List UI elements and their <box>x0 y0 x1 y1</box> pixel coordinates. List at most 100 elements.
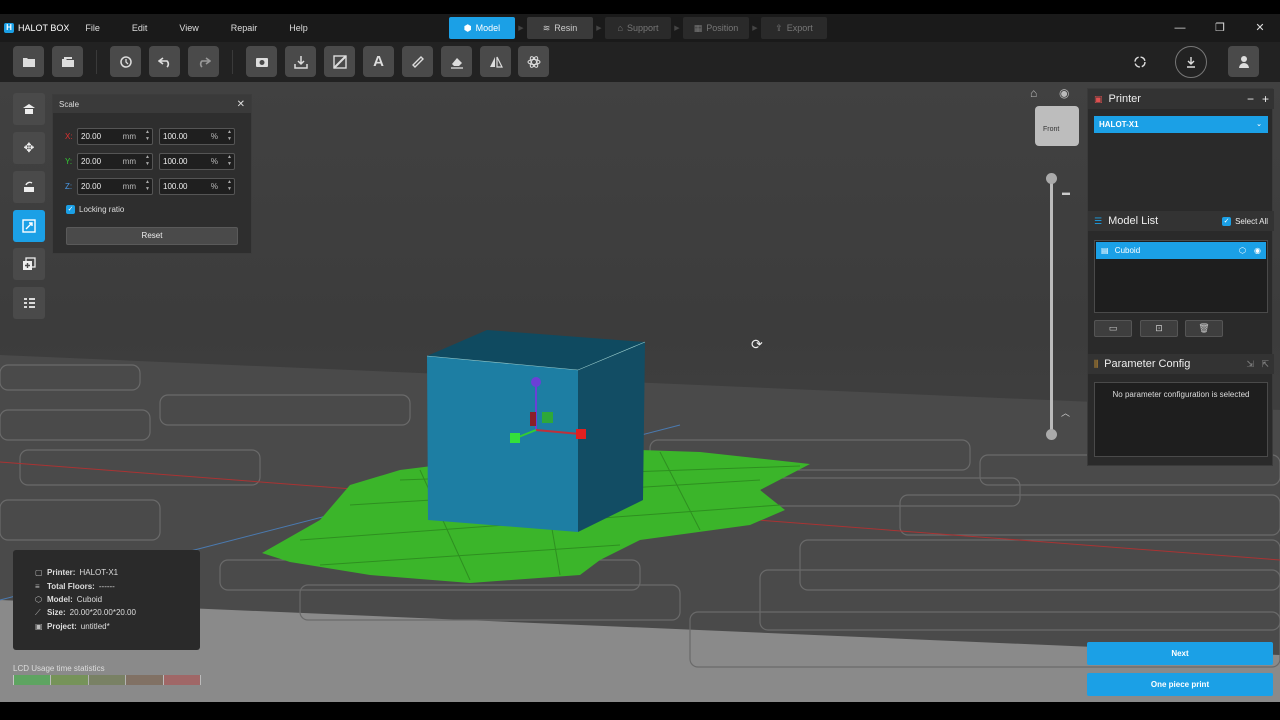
export-config-icon[interactable]: ⇱ <box>1261 359 1269 370</box>
model-list-item[interactable]: ▤ Cuboid ⬡ ◉ <box>1096 242 1266 259</box>
checkmark-icon[interactable]: ✓ <box>1222 216 1232 226</box>
auto-layout-icon[interactable] <box>13 93 45 125</box>
checkmark-icon[interactable]: ✓ <box>66 205 75 214</box>
step-position[interactable]: ▦ Position <box>683 17 749 39</box>
open-folder-icon[interactable] <box>13 46 44 77</box>
hollow-icon[interactable] <box>324 46 355 77</box>
add-printer-icon[interactable]: + <box>1262 92 1269 106</box>
minimize-button[interactable]: — <box>1160 14 1200 42</box>
scale-x-mm-input[interactable]: 20.00 mm ▲ ▼ <box>77 128 153 145</box>
spinner-arrows-icon[interactable]: ▲ ▼ <box>145 154 150 168</box>
info-size-label: Size: <box>47 608 66 618</box>
layer-slider-bottom-handle[interactable] <box>1046 429 1057 440</box>
next-button[interactable]: Next <box>1087 642 1273 665</box>
import-config-icon[interactable]: ⇲ <box>1246 359 1254 370</box>
spinner-arrows-icon[interactable]: ▲ ▼ <box>145 129 150 143</box>
cube-front[interactable] <box>427 356 578 532</box>
redo-icon[interactable] <box>188 46 219 77</box>
close-button[interactable]: ✕ <box>1240 14 1280 42</box>
import-icon[interactable] <box>285 46 316 77</box>
info-printer: ▢ Printer: HALOT-X1 <box>35 566 200 579</box>
rotate-icon[interactable] <box>13 171 45 203</box>
step-export[interactable]: ⇪ Export <box>761 17 827 39</box>
open-folder-button[interactable]: ▭ <box>1094 320 1132 337</box>
scale-x-percent-input[interactable]: 100.00% ▲ ▼ <box>159 128 235 145</box>
atom-icon[interactable] <box>518 46 549 77</box>
menu-help[interactable]: Help <box>289 23 308 33</box>
close-icon[interactable]: ✕ <box>237 99 245 110</box>
export-model-button[interactable]: ⊡ <box>1140 320 1178 337</box>
view-cube[interactable]: Front <box>1035 106 1079 146</box>
history-icon[interactable] <box>110 46 141 77</box>
spinner-arrows-icon[interactable]: ▲ ▼ <box>227 154 232 168</box>
reset-button[interactable]: Reset <box>66 227 238 245</box>
window-controls: — ❐ ✕ <box>1160 14 1280 42</box>
eraser-icon[interactable] <box>441 46 472 77</box>
chevron-down-icon[interactable]: ⌄ <box>1256 116 1262 133</box>
view-cube-label: Front <box>1043 126 1060 133</box>
info-printer-label: Printer: <box>47 568 76 578</box>
info-model: ⬡ Model: Cuboid <box>35 593 200 606</box>
select-all-checkbox[interactable]: ✓ Select All <box>1222 216 1268 226</box>
scale-y-percent-value: 100.00 <box>163 157 188 166</box>
layer-slider-up-icon[interactable]: ▬ <box>1062 188 1070 197</box>
layers-icon: ≡ <box>35 581 40 591</box>
move-icon[interactable]: ✥ <box>13 132 45 164</box>
info-project: ▣ Project: untitled* <box>35 620 200 633</box>
layer-slider-down-icon[interactable]: ︿ <box>1061 406 1070 419</box>
info-model-value: Cuboid <box>76 594 103 604</box>
delete-model-button[interactable]: 🗑 <box>1185 320 1223 337</box>
model-name: Cuboid <box>1114 246 1141 255</box>
menu-file[interactable]: File <box>85 23 100 33</box>
eye-icon[interactable]: ◉ <box>1254 242 1261 259</box>
list-view-icon[interactable] <box>13 287 45 319</box>
menu-edit[interactable]: Edit <box>132 23 148 33</box>
scale-y-percent-input[interactable]: 100.00% ▲ ▼ <box>159 153 235 170</box>
download-icon[interactable] <box>1175 46 1207 78</box>
axis-y-label: Y: <box>65 157 73 166</box>
step-support-label: Support <box>626 23 659 33</box>
toolbar-divider <box>96 50 97 74</box>
one-piece-print-button[interactable]: One piece print <box>1087 673 1273 696</box>
menu-view[interactable]: View <box>179 23 198 33</box>
title-bar: H HALOT BOX File Edit View Repair Help ⬢… <box>0 14 1280 42</box>
spinner-arrows-icon[interactable]: ▲ ▼ <box>145 179 150 193</box>
cube-side[interactable] <box>578 342 645 532</box>
layer-slider-track[interactable] <box>1050 178 1053 436</box>
scale-z-percent-input[interactable]: 100.00% ▲ ▼ <box>159 178 235 195</box>
scale-z-mm-input[interactable]: 20.00 mm ▲ ▼ <box>77 178 153 195</box>
lcd-usage-label: LCD Usage time statistics <box>13 664 105 673</box>
restore-button[interactable]: ❐ <box>1200 14 1240 42</box>
cube-icon[interactable]: ⬡ <box>1239 242 1246 259</box>
printer-select[interactable]: HALOT-X1 ⌄ <box>1094 116 1268 133</box>
printer-icon: ▢ <box>35 568 43 578</box>
scale-y-mm-input[interactable]: 20.00 mm ▲ ▼ <box>77 153 153 170</box>
export-icon: ⇪ <box>775 22 783 33</box>
visibility-eye-icon[interactable]: ◉ <box>1059 86 1069 100</box>
duplicate-icon[interactable] <box>13 248 45 280</box>
home-view-icon[interactable]: ⌂ <box>1030 86 1037 100</box>
camera-icon[interactable] <box>246 46 277 77</box>
step-model[interactable]: ⬢ Model <box>449 17 515 39</box>
remove-printer-icon[interactable]: − <box>1247 92 1254 106</box>
text-tool-icon[interactable]: A <box>363 46 394 77</box>
step-support[interactable]: ⌂ Support <box>605 17 671 39</box>
undo-icon[interactable] <box>149 46 180 77</box>
open-file-icon[interactable] <box>52 46 83 77</box>
user-icon[interactable] <box>1228 46 1259 77</box>
lcd-segment <box>162 675 202 685</box>
menu-repair[interactable]: Repair <box>231 23 258 33</box>
scale-x-mm-value: 20.00 <box>81 132 102 141</box>
step-resin[interactable]: ≋ Resin <box>527 17 593 39</box>
locking-ratio-checkbox[interactable]: ✓ Locking ratio <box>66 205 124 214</box>
printer-panel-header: ▣ Printer − + <box>1088 89 1274 109</box>
ruler-icon[interactable] <box>402 46 433 77</box>
spinner-arrows-icon[interactable]: ▲ ▼ <box>227 129 232 143</box>
mirror-icon[interactable] <box>480 46 511 77</box>
step-position-label: Position <box>706 23 739 33</box>
layer-slider-top-handle[interactable] <box>1046 173 1057 184</box>
spinner-arrows-icon[interactable]: ▲ ▼ <box>227 179 232 193</box>
scale-icon[interactable] <box>13 210 45 242</box>
cube-icon: ⬡ <box>35 594 42 604</box>
sync-icon[interactable] <box>1124 46 1156 78</box>
